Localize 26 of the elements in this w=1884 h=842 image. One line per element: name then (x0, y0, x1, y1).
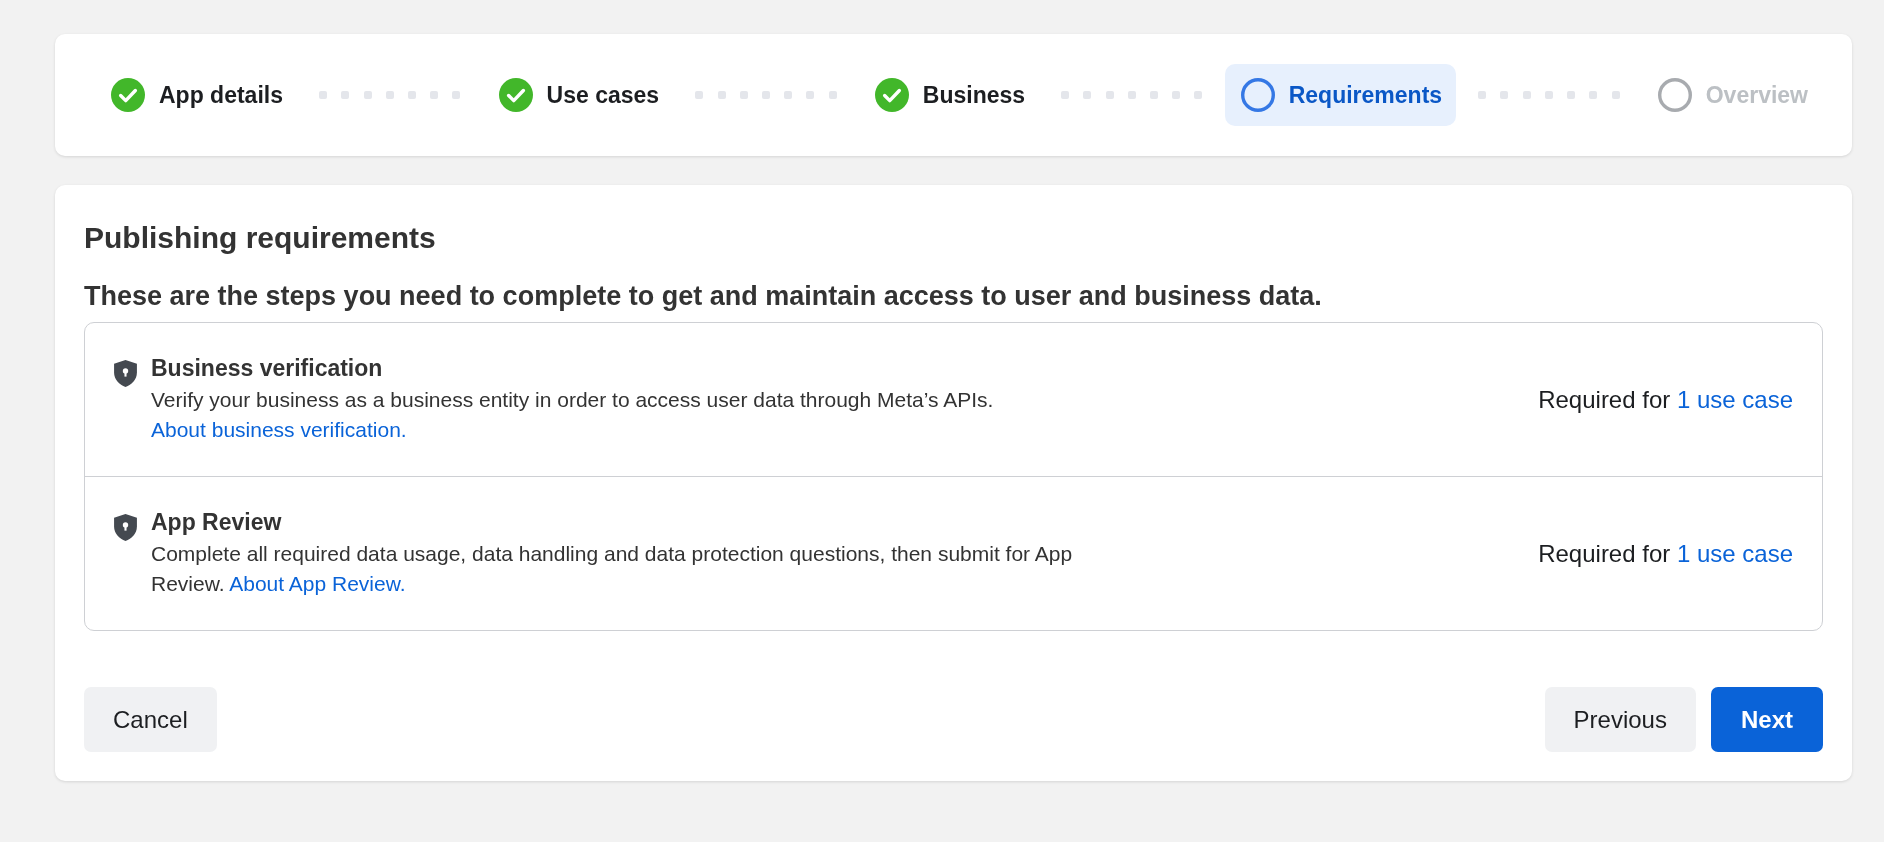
circle-icon (1240, 78, 1275, 112)
requirement-title: Business verification (151, 355, 384, 383)
step-tab[interactable]: App details (95, 64, 297, 126)
next-button[interactable]: Next (1710, 687, 1823, 752)
required-for-text: Required for 1 use case (1538, 385, 1793, 414)
section-title: Publishing requirements (84, 221, 437, 255)
previous-button[interactable]: Previous (1544, 687, 1696, 752)
use-case-link[interactable]: 1 use case (1676, 385, 1793, 413)
shield-lock-icon (114, 360, 137, 387)
step-tab[interactable]: Requirements (1224, 64, 1457, 126)
check-circle-icon (874, 78, 909, 112)
step-tab[interactable]: Use cases (482, 64, 674, 126)
requirement-description: Complete all required data usage, data handling and data protection questions, then submit for App Review. About App Review. (151, 541, 1074, 597)
cancel-button[interactable]: Cancel (84, 687, 217, 752)
step-tab[interactable]: Business (858, 64, 1040, 126)
requirement-description: Verify your business as a business entity in order to access user data through Meta’s APIs. About business verification. (151, 387, 995, 443)
check-circle-icon (498, 78, 533, 112)
circle-icon (1657, 78, 1692, 112)
requirement-title: App Review (151, 509, 283, 537)
learn-more-link[interactable]: About App Review. (229, 571, 406, 595)
use-case-link[interactable]: 1 use case (1676, 539, 1793, 567)
required-for-text: Required for 1 use case (1538, 539, 1793, 568)
check-circle-icon (111, 78, 145, 112)
learn-more-link[interactable]: About business verification. (151, 417, 407, 441)
shield-lock-icon (114, 514, 137, 541)
section-subtitle: These are the steps you need to complete to get and maintain access to user and business data. (84, 281, 1323, 312)
